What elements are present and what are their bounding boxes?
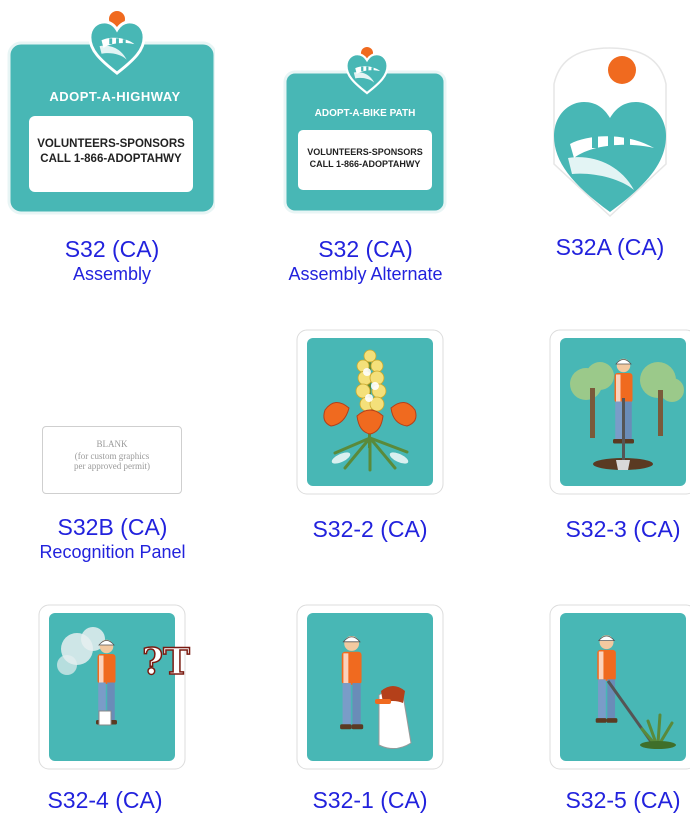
s32-panel-line-2: CALL 1-866-ADOPTAHWY (40, 153, 182, 165)
s32-5-label: S32-5 (CA) (540, 787, 690, 814)
s32-alt-code: S32 (CA) (318, 236, 413, 262)
sign-s32-1: S32-1 (CA) (290, 603, 450, 822)
s32-4-code: S32-4 (CA) (47, 787, 163, 813)
s32b-blank-line-1: (for custom graphics (74, 451, 150, 461)
sign-s32-2: S32-2 (CA) (290, 328, 450, 553)
s32-3-label: S32-3 (CA) (540, 516, 690, 543)
s32a-label: S32A (CA) (530, 234, 690, 261)
litter-pickup-worker-icon (296, 604, 444, 770)
s32b-caption: Recognition Panel (39, 542, 186, 562)
s32-alt-panel-line-2: CALL 1-866-ADOPTAHWY (309, 159, 421, 169)
s32b-blank-line-2: per approved permit) (74, 461, 150, 471)
sign-s32-3: S32-3 (CA) (540, 328, 690, 553)
s32-info-panel: VOLUNTEERS-SPONSORS CALL 1-866-ADOPTAHWY (29, 116, 193, 192)
s32-4-graffiti-text: ?T (141, 640, 190, 684)
s32-alt-panel-line-1: VOLUNTEERS-SPONSORS (307, 147, 423, 157)
tree-planting-worker-icon (549, 329, 690, 495)
sign-s32-assembly: ADOPT-A-HIGHWAY VOLUNTEERS-SPONSORS CALL… (5, 5, 220, 290)
s32-alt-label: S32 (CA) Assembly Alternate (258, 236, 473, 285)
s32-5-code: S32-5 (CA) (565, 787, 681, 813)
sign-s32-5: S32-5 (CA) (540, 603, 690, 822)
s32b-label: S32B (CA) Recognition Panel (10, 514, 215, 563)
sign-s32a: S32A (CA) (530, 44, 690, 274)
s32a-code: S32A (CA) (555, 234, 665, 260)
s32-banner-text: ADOPT-A-HIGHWAY (49, 89, 181, 104)
graffiti-removal-worker-icon (38, 604, 186, 770)
s32-2-code: S32-2 (CA) (312, 516, 428, 542)
sign-s32-assembly-alternate: ADOPT-A-BIKE PATH VOLUNTEERS-SPONSORS CA… (258, 44, 473, 294)
s32a-heart-graphic (553, 47, 667, 218)
s32-3-code: S32-3 (CA) (565, 516, 681, 542)
s32-alt-info-panel: VOLUNTEERS-SPONSORS CALL 1-866-ADOPTAHWY (298, 130, 432, 190)
s32b-blank-panel: BLANK (for custom graphics per approved … (42, 426, 182, 494)
wildflowers-icon (296, 329, 444, 495)
s32-code: S32 (CA) (64, 236, 160, 262)
s32-caption: Assembly (72, 264, 152, 284)
s32-4-label: S32-4 (CA) (20, 787, 190, 814)
weed-removal-worker-icon (549, 604, 690, 770)
sign-s32-4: ?T S32-4 (CA) (32, 603, 192, 822)
s32-panel-line-1: VOLUNTEERS-SPONSORS (37, 138, 185, 150)
s32-alt-caption: Assembly Alternate (288, 264, 443, 284)
s32b-code: S32B (CA) (57, 514, 168, 540)
sign-s32b: BLANK (for custom graphics per approved … (10, 420, 220, 570)
s32-2-label: S32-2 (CA) (290, 516, 450, 543)
s32-label: S32 (CA) Assembly (5, 236, 219, 285)
s32-alt-banner-text: ADOPT-A-BIKE PATH (314, 108, 416, 119)
s32-1-code: S32-1 (CA) (312, 787, 428, 813)
s32b-blank-title: BLANK (96, 439, 128, 449)
s32-1-label: S32-1 (CA) (290, 787, 450, 814)
